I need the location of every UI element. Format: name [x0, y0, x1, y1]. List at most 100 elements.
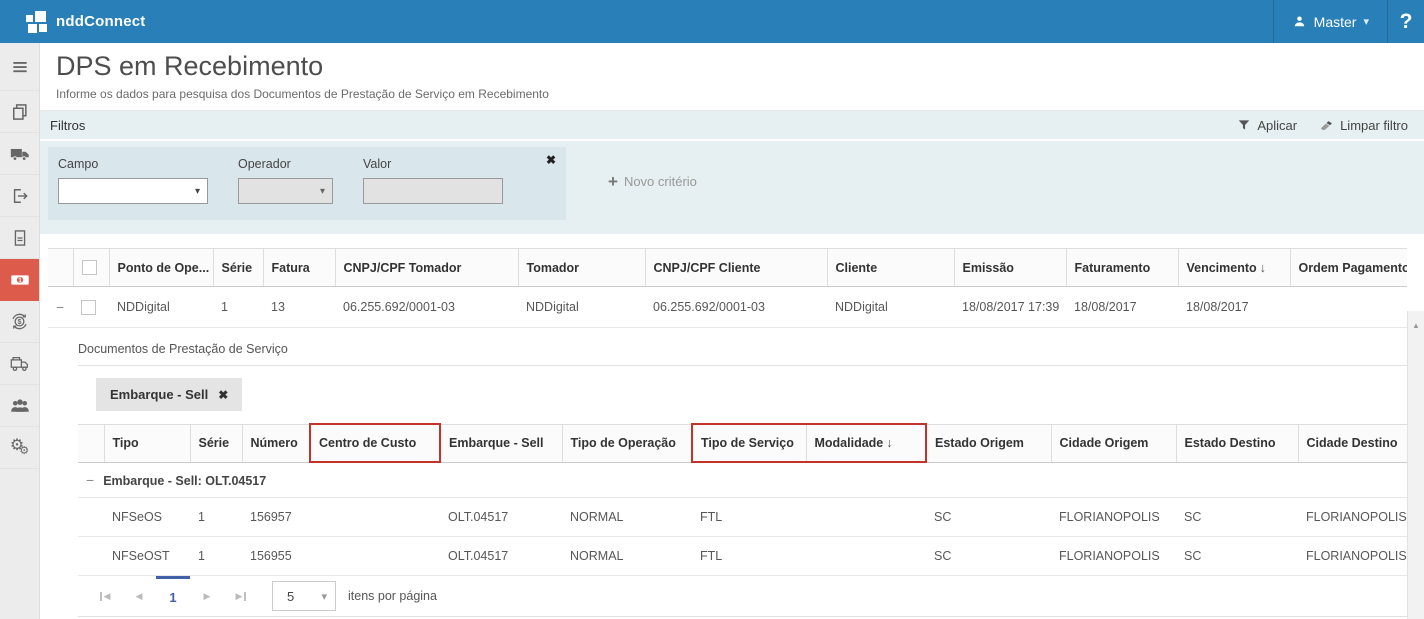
cell-tomador: NDDigital	[518, 287, 645, 328]
column-header-cnpj-cliente[interactable]: CNPJ/CPF Cliente	[645, 249, 827, 287]
column-header-embarque-sell[interactable]: Embarque - Sell	[440, 424, 562, 462]
previous-page-button[interactable]: ◀	[122, 576, 156, 616]
column-header-emissao[interactable]: Emissão	[954, 249, 1066, 287]
column-header-numero[interactable]: Número	[242, 424, 310, 462]
page-header: DPS em Recebimento Informe os dados para…	[40, 43, 1424, 111]
truck-outline-icon	[9, 353, 31, 375]
column-header-centro-custo-highlighted[interactable]: Centro de Custo	[310, 424, 440, 462]
column-header-ponto[interactable]: Ponto de Ope...	[109, 249, 213, 287]
detail-header-row: Tipo Série Número Centro de Custo Embarq…	[78, 424, 1407, 462]
filters-title: Filtros	[50, 118, 1237, 133]
brand-name: nddConnect	[56, 13, 146, 30]
current-page-button[interactable]: 1	[156, 576, 190, 616]
next-page-button[interactable]: ▶	[190, 576, 224, 616]
help-button[interactable]: ?	[1388, 0, 1424, 43]
column-header-serie[interactable]: Série	[213, 249, 263, 287]
sidebar-item-settings[interactable]: ⚙⚙	[0, 427, 39, 469]
column-header-cidade-destino[interactable]: Cidade Destino	[1298, 424, 1407, 462]
select-all-checkbox[interactable]	[82, 260, 97, 275]
first-page-button[interactable]: ◀	[88, 576, 122, 616]
remove-group-icon[interactable]: ✖	[218, 388, 228, 402]
column-header-cliente[interactable]: Cliente	[827, 249, 954, 287]
cell-estado-destino: SC	[1176, 537, 1298, 576]
sidebar: 1 $ ⚙⚙	[0, 43, 40, 619]
sidebar-item-billing-active[interactable]: 1	[0, 259, 39, 301]
document-icon	[10, 228, 30, 248]
cell-centro-custo	[310, 498, 440, 537]
campo-select[interactable]: ▾	[58, 178, 208, 204]
sidebar-item-document[interactable]	[0, 217, 39, 259]
cell-cnpj-tomador: 06.255.692/0001-03	[335, 287, 518, 328]
previous-page-icon: ◀	[136, 591, 143, 602]
cell-cidade-destino: FLORIANOPOLIS	[1298, 537, 1407, 576]
page-title: DPS em Recebimento	[56, 51, 1408, 82]
column-header-tipo[interactable]: Tipo	[104, 424, 190, 462]
copy-documents-icon	[10, 102, 30, 122]
cell-cliente: NDDigital	[827, 287, 954, 328]
column-header-cidade-origem[interactable]: Cidade Origem	[1051, 424, 1176, 462]
page-size-select[interactable]: 5 ▾	[272, 581, 336, 611]
sidebar-item-transport[interactable]	[0, 133, 39, 175]
operador-select[interactable]: ▾	[238, 178, 333, 204]
sidebar-item-documents[interactable]	[0, 91, 39, 133]
sidebar-item-menu[interactable]	[0, 43, 39, 91]
collapse-row-icon[interactable]: −	[56, 299, 64, 315]
column-header-tipo-operacao[interactable]: Tipo de Operação	[562, 424, 692, 462]
valor-field: Valor	[363, 157, 503, 204]
sidebar-item-shipping[interactable]	[0, 343, 39, 385]
items-per-page-label: itens por página	[348, 589, 437, 603]
vertical-scrollbar[interactable]: ▲	[1407, 311, 1424, 619]
cell-embarque-sell: OLT.04517	[440, 537, 562, 576]
cell-faturamento: 18/08/2017	[1066, 287, 1178, 328]
table-row[interactable]: NFSeOST 1 156955 OLT.04517 NORMAL FTL SC…	[78, 537, 1407, 576]
cell-modalidade	[806, 537, 926, 576]
first-page-icon: ◀	[104, 591, 111, 602]
cell-embarque-sell: OLT.04517	[440, 498, 562, 537]
clear-filter-button[interactable]: Limpar filtro	[1319, 118, 1408, 133]
users-group-icon	[9, 395, 31, 417]
operador-field: Operador ▾	[238, 157, 333, 204]
column-header-fatura[interactable]: Fatura	[263, 249, 335, 287]
cell-cidade-origem: FLORIANOPOLIS	[1051, 498, 1176, 537]
column-header-estado-origem[interactable]: Estado Origem	[926, 424, 1051, 462]
money-sync-icon: $	[9, 311, 30, 332]
valor-label: Valor	[363, 157, 503, 171]
svg-text:1: 1	[18, 277, 22, 284]
table-row[interactable]: − NDDigital 1 13 06.255.692/0001-03 NDDi…	[48, 287, 1407, 328]
cell-tipo-servico: FTL	[692, 537, 806, 576]
column-header-tomador[interactable]: Tomador	[518, 249, 645, 287]
last-page-button[interactable]: ▶	[224, 576, 258, 616]
chevron-down-icon: ▾	[1363, 15, 1369, 28]
cell-vencimento: 18/08/2017	[1178, 287, 1290, 328]
new-criterion-button[interactable]: + Novo critério	[608, 173, 697, 190]
column-header-vencimento[interactable]: Vencimento↓	[1178, 249, 1290, 287]
brand: nddConnect	[0, 11, 1273, 33]
group-chip[interactable]: Embarque - Sell ✖	[96, 378, 242, 411]
sidebar-item-financial[interactable]: $	[0, 301, 39, 343]
page-size-value: 5	[287, 589, 294, 604]
column-header-serie[interactable]: Série	[190, 424, 242, 462]
cell-serie: 1	[213, 287, 263, 328]
column-header-modalidade-highlighted[interactable]: Modalidade↓	[806, 424, 926, 462]
user-menu[interactable]: Master ▾	[1273, 0, 1388, 43]
remove-criterion-icon[interactable]: ✖	[546, 153, 556, 167]
scroll-up-icon[interactable]: ▲	[1408, 321, 1424, 330]
column-header-faturamento[interactable]: Faturamento	[1066, 249, 1178, 287]
chevron-down-icon: ▾	[195, 186, 207, 197]
cell-ponto: NDDigital	[109, 287, 213, 328]
column-header-ordem-pagamento[interactable]: Ordem Pagamento	[1290, 249, 1407, 287]
collapse-group-icon[interactable]: −	[86, 472, 94, 488]
eraser-icon	[1319, 118, 1334, 133]
column-header-estado-destino[interactable]: Estado Destino	[1176, 424, 1298, 462]
sidebar-item-export[interactable]	[0, 175, 39, 217]
valor-input[interactable]	[363, 178, 503, 204]
table-row[interactable]: NFSeOS 1 156957 OLT.04517 NORMAL FTL SC …	[78, 498, 1407, 537]
column-header-tipo-servico-highlighted[interactable]: Tipo de Serviço	[692, 424, 806, 462]
group-row: −Embarque - Sell: OLT.04517	[78, 462, 1407, 498]
row-checkbox[interactable]	[81, 300, 96, 315]
cell-tipo-operacao: NORMAL	[562, 537, 692, 576]
pagination: ◀ ◀ 1 ▶ ▶ 5 ▾ itens por página	[78, 576, 1407, 617]
apply-filter-button[interactable]: Aplicar	[1237, 118, 1297, 133]
sidebar-item-users[interactable]	[0, 385, 39, 427]
column-header-cnpj-tomador[interactable]: CNPJ/CPF Tomador	[335, 249, 518, 287]
